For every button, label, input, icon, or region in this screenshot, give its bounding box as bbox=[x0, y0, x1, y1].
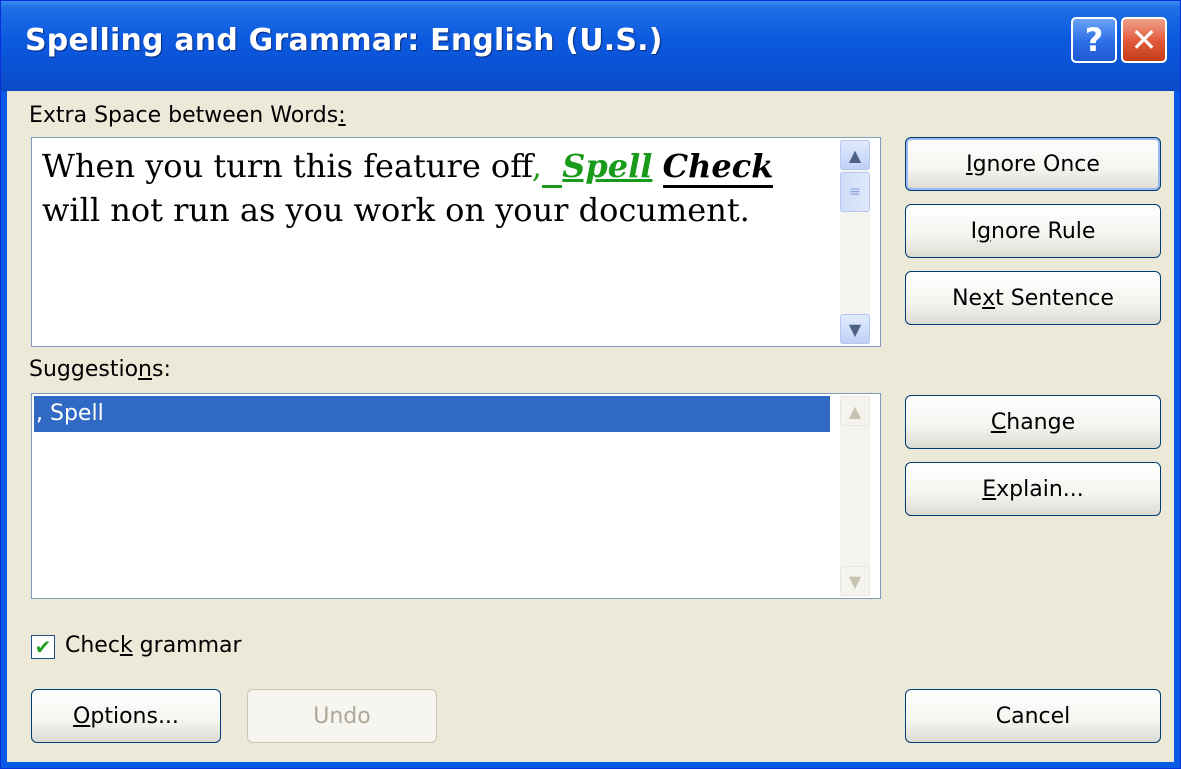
scroll-up-button[interactable]: ▲ bbox=[840, 396, 870, 426]
scroll-down-button[interactable]: ▼ bbox=[840, 314, 870, 344]
scroll-thumb[interactable]: ≡ bbox=[840, 172, 870, 212]
check-grammar-pre: Chec bbox=[65, 633, 120, 658]
chevron-down-icon: ▼ bbox=[848, 571, 862, 591]
chevron-up-icon: ▲ bbox=[848, 401, 862, 421]
suggestions-label-post: s: bbox=[152, 357, 171, 382]
problem-label-accel: : bbox=[338, 103, 346, 128]
ignore-rule-accel: g bbox=[977, 218, 992, 244]
spelling-grammar-dialog: Spelling and Grammar: English (U.S.) ? ✕… bbox=[0, 0, 1181, 769]
options-post: ptions... bbox=[90, 703, 179, 729]
next-sentence-post: t Sentence bbox=[995, 285, 1114, 311]
undo-button[interactable]: Undo bbox=[247, 689, 437, 743]
check-grammar-label[interactable]: Check grammar bbox=[65, 633, 242, 658]
checkmark-icon: ✔ bbox=[34, 635, 52, 659]
close-icon: ✕ bbox=[1130, 21, 1158, 59]
change-accel: C bbox=[990, 409, 1007, 435]
suggestions-list[interactable]: , Spell ▲ ▼ bbox=[31, 393, 881, 599]
help-button[interactable]: ? bbox=[1071, 17, 1117, 63]
sentence-error-space bbox=[541, 147, 563, 188]
sentence-textbox[interactable]: When you turn this feature off, Spell Ch… bbox=[31, 137, 881, 347]
sentence-word-check: Check bbox=[662, 147, 774, 188]
sentence-part2: will not run as you work on your documen… bbox=[42, 191, 750, 229]
sentence-error-comma: , bbox=[531, 147, 542, 185]
scroll-up-button[interactable]: ▲ bbox=[840, 140, 870, 170]
ignore-once-button[interactable]: Ignore Once bbox=[905, 137, 1161, 191]
check-grammar-post: grammar bbox=[132, 633, 242, 658]
chevron-down-icon: ▼ bbox=[848, 319, 862, 339]
next-sentence-accel: x bbox=[982, 285, 996, 311]
suggestions-label-accel: n bbox=[138, 357, 152, 382]
change-post: hange bbox=[1006, 409, 1076, 435]
grip-icon: ≡ bbox=[849, 184, 861, 200]
dialog-body: Extra Space between Words: When you turn… bbox=[7, 91, 1174, 762]
list-item[interactable]: , Spell bbox=[34, 396, 830, 432]
window-title: Spelling and Grammar: English (U.S.) bbox=[25, 23, 663, 58]
ignore-rule-button[interactable]: Ig nore Rule bbox=[905, 204, 1161, 258]
problem-label: Extra Space between Words: bbox=[29, 103, 346, 128]
cancel-button[interactable]: Cancel bbox=[905, 689, 1161, 743]
sentence-scrollbar[interactable]: ▲ ≡ ▼ bbox=[840, 140, 870, 344]
sentence-error-word: Spell bbox=[562, 147, 653, 185]
close-button[interactable]: ✕ bbox=[1121, 17, 1167, 63]
ignore-rule-post: nore Rule bbox=[991, 218, 1096, 244]
options-accel: O bbox=[73, 703, 91, 729]
title-bar[interactable]: Spelling and Grammar: English (U.S.) ? ✕ bbox=[1, 1, 1180, 91]
next-sentence-pre: Ne bbox=[952, 285, 983, 311]
chevron-up-icon: ▲ bbox=[848, 145, 862, 165]
suggestions-label-pre: Suggestio bbox=[29, 357, 139, 382]
suggestions-label: Suggestions: bbox=[29, 357, 171, 382]
options-button[interactable]: Options... bbox=[31, 689, 221, 743]
check-grammar-checkbox[interactable]: ✔ bbox=[31, 635, 55, 659]
sentence-part1: When you turn this feature off bbox=[42, 147, 532, 185]
explain-button[interactable]: Explain... bbox=[905, 462, 1161, 516]
check-grammar-accel: k bbox=[119, 633, 133, 658]
ignore-once-post: gnore Once bbox=[972, 151, 1100, 177]
problem-label-text: Extra Space between Words bbox=[29, 103, 339, 128]
next-sentence-button[interactable]: Ne x t Sentence bbox=[905, 271, 1161, 325]
help-icon: ? bbox=[1084, 21, 1104, 59]
explain-post: xplain... bbox=[996, 476, 1084, 502]
change-button[interactable]: Change bbox=[905, 395, 1161, 449]
suggestions-scrollbar[interactable]: ▲ ▼ bbox=[840, 396, 870, 596]
scroll-down-button[interactable]: ▼ bbox=[840, 566, 870, 596]
explain-accel: E bbox=[982, 476, 997, 502]
sentence-text[interactable]: When you turn this feature off, Spell Ch… bbox=[42, 144, 832, 232]
